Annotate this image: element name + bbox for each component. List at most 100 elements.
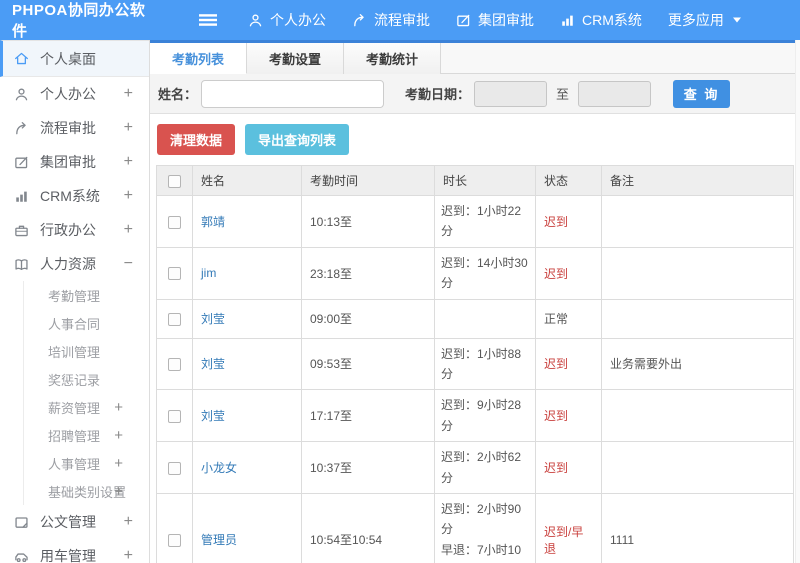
sidebar-subitem-3[interactable]: 奖惩记录 [0,365,149,393]
sidebar-item-label: 行政办公 [40,222,96,238]
sidebar-subitem-4[interactable]: 薪资管理 + [0,393,149,421]
nav-flow-approval[interactable]: 流程审批 [352,10,430,30]
duration-cell: 迟到：9小时28分 [434,389,536,443]
export-list-button[interactable]: 导出查询列表 [245,124,350,155]
attendance-time-cell: 09:00至 [301,298,435,339]
column-header-note: 备注 [601,165,794,196]
sidebar-item-label: 流程审批 [40,120,96,136]
table-row: 刘莹 09:53至 迟到：1小时88分 迟到 业务需要外出 [156,337,794,391]
status-cell: 迟到 [535,246,602,300]
home-icon [14,51,31,66]
row-checkbox[interactable] [168,267,181,281]
sidebar-item-label: 集团审批 [40,154,96,170]
expand-toggle[interactable]: − [124,255,133,273]
menu-toggle-button[interactable] [198,12,218,28]
employee-name-link[interactable]: jim [201,266,216,280]
table-body: 郭靖 10:13至 迟到：1小时22分 迟到 jim 23:18至 迟到：14小… [156,195,794,563]
row-checkbox[interactable] [168,312,181,326]
row-checkbox[interactable] [168,358,181,372]
employee-name-link[interactable]: 刘莹 [201,312,225,326]
expand-toggle[interactable]: + [124,513,133,531]
date-to-input[interactable] [578,80,652,107]
sidebar-item-1[interactable]: 个人办公 + [0,77,149,111]
row-checkbox[interactable] [168,461,181,475]
document-icon [14,515,31,530]
clean-data-button[interactable]: 清理数据 [157,124,236,155]
name-input[interactable] [201,79,385,108]
sidebar-item-3[interactable]: 集团审批 + [0,145,149,179]
attendance-time-cell: 17:17至 [301,389,435,443]
expand-toggle[interactable]: + [114,483,123,500]
date-from-input[interactable] [474,80,548,107]
tab-attendance-stats[interactable]: 考勤统计 [344,43,442,74]
note-cell: 业务需要外出 [601,337,794,391]
expand-toggle[interactable]: + [124,119,133,137]
content-area: 清理数据 导出查询列表 姓名 考勤时间 时长 状态 备注 郭靖 10:13至 迟… [150,114,800,563]
sidebar-subitem-7[interactable]: 基础类别设置 + [0,477,149,505]
nav-crm-system[interactable]: CRM系统 [560,10,642,30]
employee-name-link[interactable]: 刘莹 [201,357,225,371]
row-checkbox[interactable] [168,409,181,423]
caret-down-icon [732,16,742,24]
sidebar-item-7[interactable]: 公文管理 + [0,505,149,539]
status-cell: 迟到/早退 [535,492,602,563]
sidebar-subitem-2[interactable]: 培训管理 [0,337,149,365]
expand-toggle[interactable]: + [124,547,133,563]
sidebar-subitem-0[interactable]: 考勤管理 [0,281,149,309]
employee-name-link[interactable]: 郭靖 [201,215,225,229]
scrollbar-track[interactable] [795,40,800,563]
status-cell: 迟到 [535,337,602,391]
sidebar-subitem-6[interactable]: 人事管理 + [0,449,149,477]
expand-toggle[interactable]: + [124,85,133,103]
sidebar-item-label: 个人办公 [40,86,96,102]
sidebar-item-label: CRM系统 [40,188,100,204]
sidebar-item-label: 用车管理 [40,548,96,563]
sidebar-subitem-label: 人事管理 [48,456,101,472]
attendance-time-cell: 23:18至 [301,246,435,300]
expand-toggle[interactable]: + [124,187,133,205]
tab-attendance-settings[interactable]: 考勤设置 [247,43,345,74]
duration-cell [434,298,536,339]
nav-label: 个人办公 [270,12,326,28]
expand-toggle[interactable]: + [124,153,133,171]
table-header-row: 姓名 考勤时间 时长 状态 备注 [156,165,794,196]
attendance-table: 姓名 考勤时间 时长 状态 备注 郭靖 10:13至 迟到：1小时22分 迟到 … [156,165,794,563]
nav-more-apps[interactable]: 更多应用 [668,10,749,30]
duration-cell: 迟到：1小时22分 [434,195,536,248]
status-cell: 正常 [535,298,602,339]
row-checkbox[interactable] [168,533,181,547]
sidebar-item-5[interactable]: 行政办公 + [0,213,149,247]
sidebar-subitem-1[interactable]: 人事合同 [0,309,149,337]
sidebar-item-0[interactable]: 个人桌面 [0,40,149,77]
employee-name-link[interactable]: 小龙女 [201,461,237,475]
expand-toggle[interactable]: + [114,399,123,416]
expand-toggle[interactable]: + [124,221,133,239]
top-navigation: 个人办公 流程审批 集团审批 CRM系统 更多应用 [248,10,775,30]
sidebar-subitem-5[interactable]: 招聘管理 + [0,421,149,449]
sidebar-item-4[interactable]: CRM系统 + [0,179,149,213]
sidebar-subitem-label: 考勤管理 [48,288,101,304]
duration-cell: 迟到：14小时30分 [434,246,536,300]
user-icon [14,87,31,102]
nav-group-approval[interactable]: 集团审批 [456,10,534,30]
table-row: 管理员 10:54至10:54 迟到：2小时90分 早退：7小时10分 迟到/早… [156,492,794,563]
sidebar-item-8[interactable]: 用车管理 + [0,539,149,563]
employee-name-link[interactable]: 管理员 [201,533,237,547]
sidebar-item-6[interactable]: 人力资源 − [0,247,149,281]
nav-personal-office[interactable]: 个人办公 [248,10,326,30]
hamburger-icon [198,12,218,28]
column-header-duration: 时长 [434,165,536,196]
sidebar-subitem-label: 培训管理 [48,344,101,360]
select-all-checkbox[interactable] [168,174,181,188]
search-button[interactable]: 查 询 [673,79,731,108]
row-checkbox[interactable] [168,215,181,229]
table-row: jim 23:18至 迟到：14小时30分 迟到 [156,246,794,300]
expand-toggle[interactable]: + [114,455,123,472]
note-cell [601,298,794,339]
sidebar-item-2[interactable]: 流程审批 + [0,111,149,145]
expand-toggle[interactable]: + [114,427,123,444]
name-label: 姓名： [158,87,198,102]
tab-attendance-list[interactable]: 考勤列表 [150,43,248,74]
note-cell [601,389,794,443]
employee-name-link[interactable]: 刘莹 [201,409,225,423]
